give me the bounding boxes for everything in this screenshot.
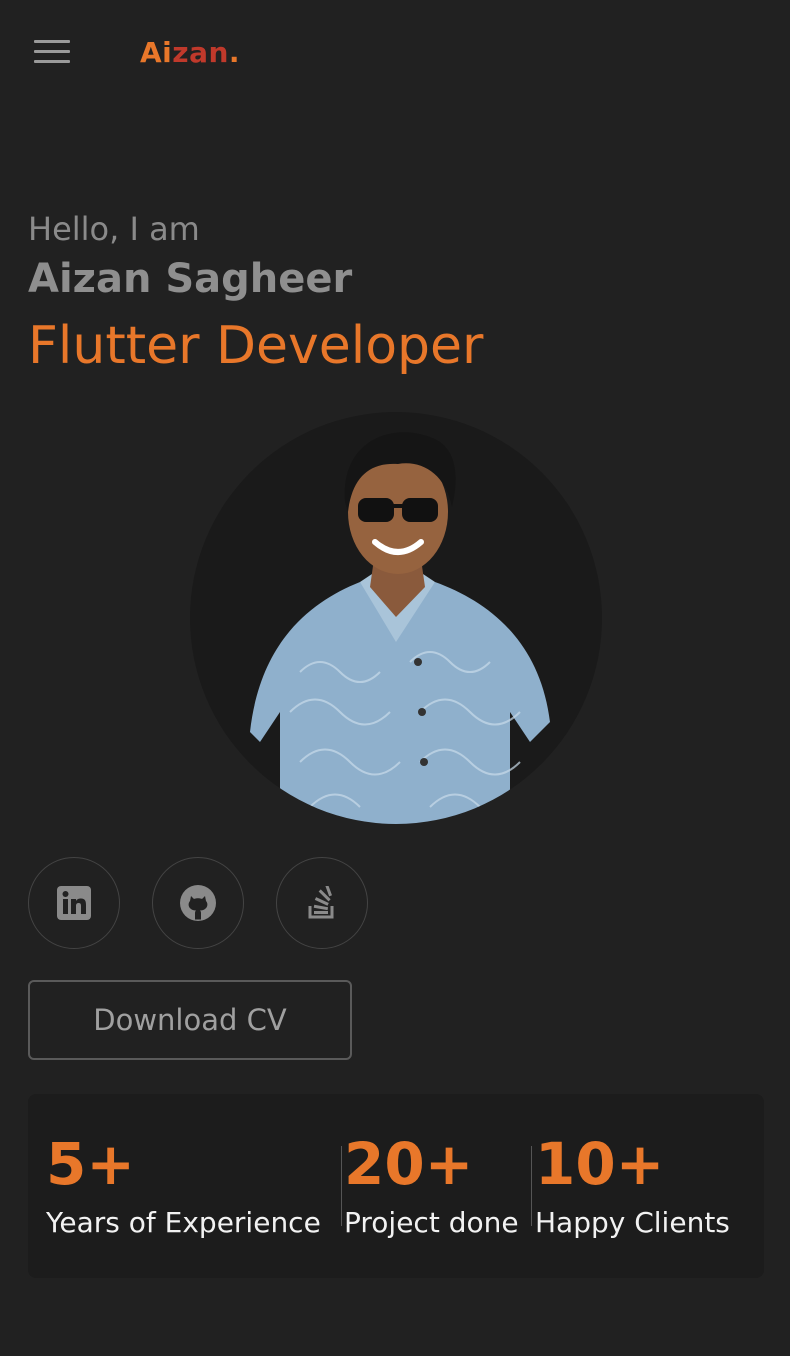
logo-part-1: Ai (140, 36, 173, 69)
stat-label: Happy Clients (535, 1206, 730, 1239)
download-cv-button[interactable]: Download CV (28, 980, 352, 1060)
stat-projects: 20+ Project done (344, 1134, 519, 1239)
stat-label: Years of Experience (46, 1206, 321, 1239)
logo[interactable]: Aizan. (140, 36, 240, 69)
stat-value: 10+ (535, 1130, 665, 1198)
hamburger-menu-icon[interactable] (34, 40, 70, 66)
profile-photo (190, 412, 602, 824)
stat-clients: 10+ Happy Clients (535, 1134, 730, 1239)
role-heading: Flutter Developer (28, 316, 484, 376)
person-portrait-illustration (250, 432, 550, 824)
stat-value: 20+ (344, 1130, 474, 1198)
stat-divider (531, 1146, 532, 1226)
github-icon (180, 885, 216, 921)
name-heading: Aizan Sagheer (28, 256, 353, 302)
stat-divider (341, 1146, 342, 1226)
greeting-text: Hello, I am (28, 210, 200, 248)
logo-dot: . (228, 36, 241, 69)
stackoverflow-icon (308, 886, 334, 919)
stat-label: Project done (344, 1206, 519, 1239)
linkedin-icon (57, 886, 91, 920)
stat-experience: 5+ Years of Experience (46, 1134, 321, 1239)
logo-part-2: zan (172, 36, 229, 69)
github-link[interactable] (152, 857, 244, 949)
stats-card: 5+ Years of Experience 20+ Project done … (28, 1094, 764, 1278)
linkedin-link[interactable] (28, 857, 120, 949)
social-links (28, 857, 368, 949)
stat-value: 5+ (46, 1130, 135, 1198)
stackoverflow-link[interactable] (276, 857, 368, 949)
